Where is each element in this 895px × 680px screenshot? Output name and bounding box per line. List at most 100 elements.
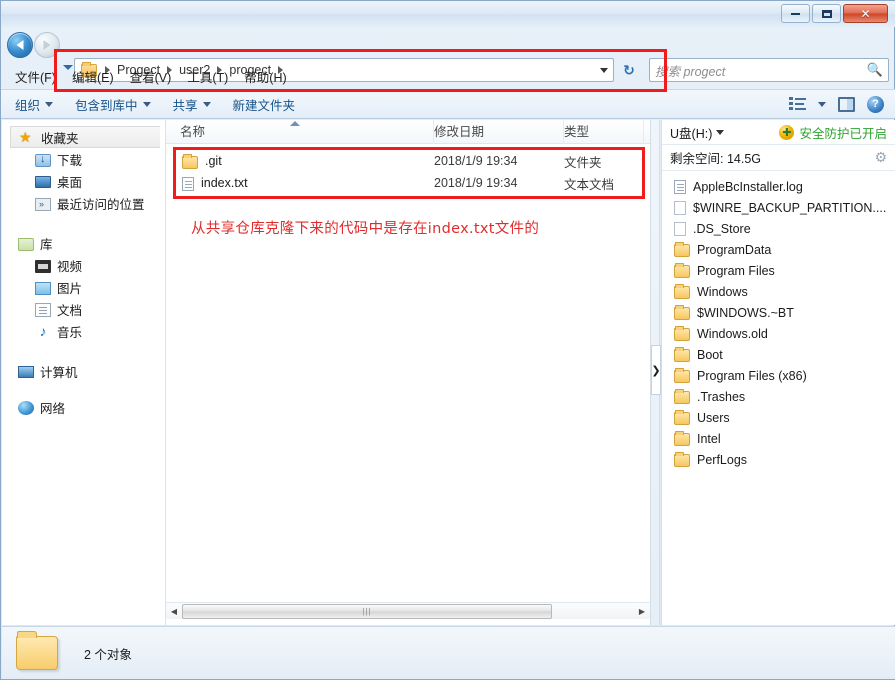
organize-button[interactable]: 组织 [15,95,54,114]
title-bar: ✕ [1,1,895,27]
log-file-icon [674,179,686,194]
column-header-date[interactable]: 修改日期 [434,119,564,144]
table-row[interactable]: .git 2018/1/9 19:34 文件夹 [166,150,650,172]
sidebar-item-documents[interactable]: 文档 [2,298,165,320]
maximize-button[interactable] [812,4,841,23]
preview-pane-icon[interactable] [838,96,855,112]
usb-drive-title[interactable]: U盘(H:) [670,123,712,142]
column-header-type[interactable]: 类型 [564,119,644,144]
chevron-down-icon [142,101,151,107]
column-header-name[interactable]: 名称 [166,119,434,144]
menu-item-file[interactable]: 文件(F) [15,67,56,86]
sidebar-item-network[interactable]: 网络 [2,396,165,418]
chevron-down-icon [45,101,54,107]
folder-icon [674,326,690,341]
usb-free-space-row: 剩余空间: 14.5G ⚙ [662,145,895,171]
list-item[interactable]: AppleBcInstaller.log [662,176,895,197]
menu-bar: 文件(F) 编辑(E) 查看(V) 工具(T) 帮助(H) [1,65,895,87]
sidebar-item-downloads[interactable]: 下载 [2,148,165,170]
list-item[interactable]: .DS_Store [662,218,895,239]
sidebar-item-recent-places[interactable]: 最近访问的位置 [2,192,165,214]
scroll-right-icon[interactable]: ▶ [634,604,650,619]
sidebar-item-pictures[interactable]: 图片 [2,276,165,298]
file-date-cell: 2018/1/9 19:34 [434,154,518,168]
file-name-label: index.txt [201,176,248,190]
file-date-cell: 2018/1/9 19:34 [434,176,518,190]
help-icon[interactable]: ? [867,95,884,113]
table-row[interactable]: index.txt 2018/1/9 19:34 文本文档 [166,172,650,194]
sidebar-item-label: 下载 [57,153,83,168]
menu-item-view[interactable]: 查看(V) [130,67,172,86]
list-item[interactable]: Boot [662,344,895,365]
sidebar-item-computer[interactable]: 计算机 [2,360,165,382]
list-item[interactable]: ProgramData [662,239,895,260]
change-view-icon[interactable] [789,97,806,111]
sidebar-item-label: 最近访问的位置 [57,197,145,212]
pane-splitter[interactable]: ❯ [650,120,661,625]
list-item[interactable]: .Trashes [662,386,895,407]
list-item-label: Intel [697,431,721,446]
scrollbar-track[interactable]: ||| [182,603,634,619]
share-button[interactable]: 共享 [173,95,211,114]
list-item[interactable]: Windows [662,281,895,302]
list-item[interactable]: Program Files (x86) [662,365,895,386]
list-item-label: PerfLogs [697,452,748,467]
picture-icon [35,281,51,295]
list-item[interactable]: Program Files [662,260,895,281]
horizontal-scrollbar[interactable]: ◀ ||| ▶ [166,602,650,619]
annotation-text: 从共享仓库克隆下来的代码中是存在index.txt文件的 [191,221,540,237]
folder-icon [674,389,690,404]
free-space-label: 剩余空间: 14.5G [670,152,761,166]
close-button[interactable]: ✕ [843,4,888,23]
menu-item-edit[interactable]: 编辑(E) [72,67,114,86]
share-label: 共享 [172,98,198,113]
music-icon: ♪ [39,322,47,339]
file-name-label: .git [205,154,222,168]
list-item[interactable]: $WINRE_BACKUP_PARTITION.... [662,197,895,218]
computer-icon [18,366,34,378]
sidebar-item-label: 收藏夹 [41,131,79,146]
list-item[interactable]: Windows.old [662,323,895,344]
list-item-label: .DS_Store [693,221,751,236]
gear-icon[interactable]: ⚙ [874,149,887,166]
include-in-library-button[interactable]: 包含到库中 [75,95,151,114]
sidebar-item-music[interactable]: ♪ 音乐 [2,320,165,342]
minimize-icon [791,12,800,15]
scroll-left-icon[interactable]: ◀ [166,604,182,619]
sidebar-item-desktop[interactable]: 桌面 [2,170,165,192]
chevron-down-icon[interactable] [716,129,725,135]
folder-icon [674,284,690,299]
menu-item-help[interactable]: 帮助(H) [244,67,286,86]
list-item[interactable]: $WINDOWS.~BT [662,302,895,323]
navigation-row: Progect user2 progect ↻ 搜索 progect 🔍 [1,27,895,92]
list-item[interactable]: Users [662,407,895,428]
sidebar-item-favorites[interactable]: ★ 收藏夹 [10,126,160,148]
command-toolbar: 组织 包含到库中 共享 新建文件夹 ? [1,89,895,119]
sidebar-item-label: 桌面 [57,175,83,190]
window-controls: ✕ [781,4,888,23]
folder-icon [182,153,198,169]
menu-item-tools[interactable]: 工具(T) [187,67,228,86]
sidebar-item-libraries[interactable]: 库 [2,232,165,254]
list-item-label: AppleBcInstaller.log [693,179,803,194]
minimize-button[interactable] [781,4,810,23]
list-item[interactable]: Intel [662,428,895,449]
file-list-pane: 名称 修改日期 类型 .git 2018/1/9 19:34 文件夹 index… [166,119,650,625]
chevron-down-icon[interactable] [818,101,826,107]
file-rows: .git 2018/1/9 19:34 文件夹 index.txt 2018/1… [166,150,650,194]
back-arrow-icon [16,40,24,50]
forward-arrow-icon [43,40,51,50]
expand-pane-button[interactable]: ❯ [651,345,661,395]
new-folder-button[interactable]: 新建文件夹 [233,95,296,114]
library-icon [18,237,34,251]
forward-button[interactable] [34,32,60,58]
scrollbar-thumb[interactable]: ||| [182,603,552,619]
navigation-pane: ★ 收藏夹 下载 桌面 最近访问的位置 库 [2,120,166,625]
network-icon [18,400,34,415]
sidebar-item-videos[interactable]: 视频 [2,254,165,276]
item-count-label: 2 个对象 [84,647,132,662]
list-item-label: ProgramData [697,242,772,257]
list-item[interactable]: PerfLogs [662,449,895,470]
back-button[interactable] [7,32,33,58]
